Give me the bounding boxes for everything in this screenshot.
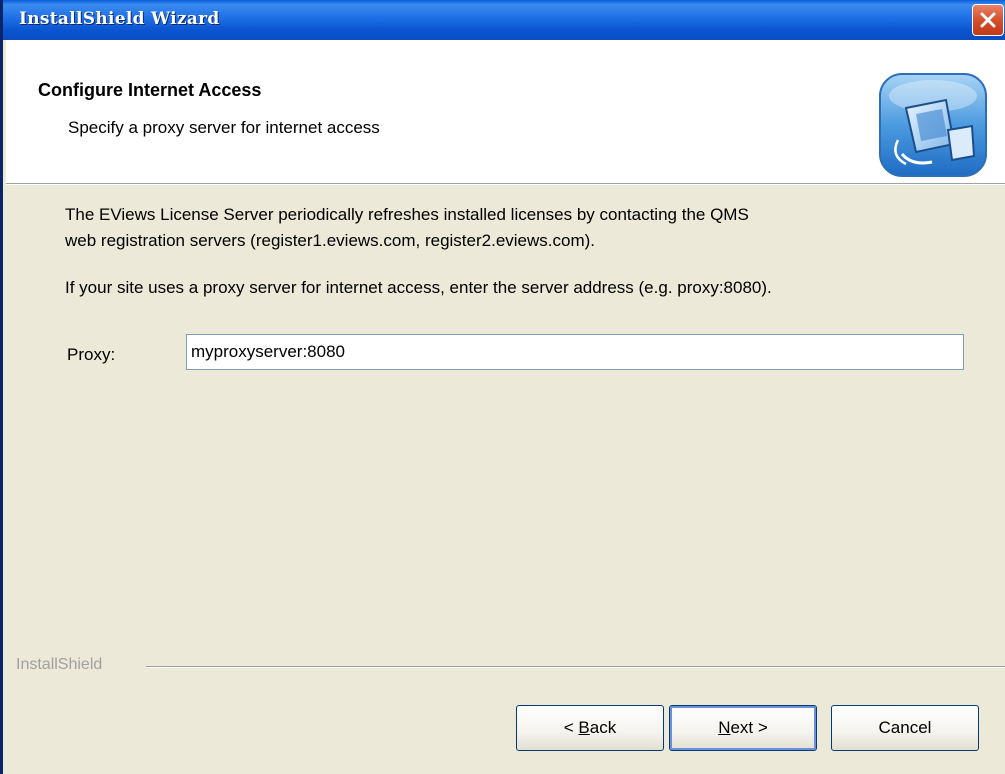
next-button[interactable]: Next > [669, 705, 817, 751]
installshield-wizard-window: InstallShield Wizard Configure Internet … [0, 0, 1005, 774]
window-title: InstallShield Wizard [19, 9, 220, 29]
description-text: The EViews License Server periodically r… [65, 202, 975, 254]
instruction-text: If your site uses a proxy server for int… [65, 278, 772, 297]
back-button-prefix: < [563, 718, 579, 737]
description-line-1: The EViews License Server periodically r… [65, 205, 749, 224]
proxy-input[interactable] [186, 334, 964, 370]
separator-line [146, 666, 1005, 668]
brand-label: InstallShield [16, 656, 103, 673]
installshield-brand-separator: InstallShield [6, 654, 1005, 678]
back-button[interactable]: < Back [516, 705, 664, 751]
proxy-label: Proxy: [67, 345, 116, 364]
page-title: Configure Internet Access [38, 80, 262, 100]
cancel-button[interactable]: Cancel [831, 705, 979, 751]
next-button-accelerator: N [718, 718, 731, 737]
page-subtitle: Specify a proxy server for internet acce… [68, 118, 380, 137]
title-bar[interactable]: InstallShield Wizard [3, 0, 1005, 40]
description-line-2: web registration servers (register1.evie… [65, 231, 596, 250]
back-button-label: ack [589, 718, 617, 737]
close-button[interactable] [972, 4, 1004, 36]
back-button-accelerator: B [578, 718, 590, 737]
next-button-label: ext > [730, 718, 768, 737]
wizard-header: Configure Internet Access Specify a prox… [6, 40, 1005, 185]
computer-network-icon [879, 73, 987, 177]
close-icon [980, 12, 996, 28]
